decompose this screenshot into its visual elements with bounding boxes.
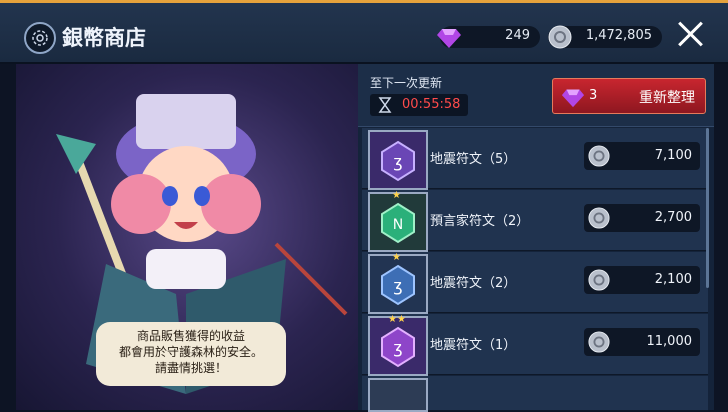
- shop-item-partial[interactable]: [362, 376, 708, 412]
- shop-item[interactable]: ʒ ★★ 地震符文（1） 11,000: [362, 314, 708, 376]
- shop-icon: [24, 22, 56, 54]
- coin-balance: 1,472,805: [548, 25, 662, 49]
- item-price-value: 11,000: [646, 334, 693, 349]
- refresh-button-label: 重新整理: [639, 90, 695, 106]
- gem-icon: [561, 89, 585, 108]
- earthquake-rune-icon: ʒ: [368, 254, 428, 314]
- refresh-cost: 3: [589, 88, 598, 103]
- prophet-rune-icon: N: [368, 192, 428, 252]
- shop-panel: 至下一次更新 00:55:58 3 重新整理 ʒ 地震符文（5） 7,100 N…: [358, 64, 714, 412]
- coin-icon: [548, 25, 572, 49]
- gem-count: 249: [505, 28, 530, 43]
- item-price[interactable]: 2,100: [584, 266, 700, 294]
- item-stars: ★: [392, 252, 401, 263]
- item-name: 預言家符文（2）: [430, 214, 530, 229]
- speech-bubble: 商品販售獲得的收益 都會用於守護森林的安全。 請盡情挑選！: [96, 322, 286, 386]
- top-accent-line: [0, 0, 728, 3]
- top-bar: 銀幣商店 249 1,472,805: [0, 0, 728, 64]
- svg-text:N: N: [393, 217, 403, 233]
- refresh-button[interactable]: 3 重新整理: [552, 78, 706, 114]
- shop-item[interactable]: ʒ ★ 地震符文（2） 2,100: [362, 252, 708, 314]
- refresh-timer-label: 至下一次更新: [370, 76, 443, 90]
- refresh-area: 至下一次更新 00:55:58 3 重新整理: [358, 64, 714, 127]
- refresh-timer: 00:55:58: [370, 94, 468, 116]
- item-price-value: 2,700: [654, 210, 692, 225]
- hourglass-icon: [378, 97, 392, 113]
- item-name: 地震符文（5）: [430, 152, 517, 167]
- speech-line-1: 商品販售獲得的收益: [136, 329, 245, 343]
- rune-icon: [368, 378, 428, 412]
- earthquake-rune-icon: ʒ: [368, 316, 428, 376]
- scrollbar[interactable]: [706, 128, 709, 288]
- item-price-value: 2,100: [654, 272, 692, 287]
- coin-icon: [588, 145, 610, 167]
- close-icon[interactable]: [676, 20, 704, 48]
- coin-icon: [588, 331, 610, 353]
- item-stars: ★: [392, 190, 401, 201]
- svg-text:ʒ: ʒ: [393, 276, 402, 295]
- coin-count: 1,472,805: [585, 28, 652, 43]
- refresh-countdown: 00:55:58: [402, 97, 461, 112]
- item-price[interactable]: 2,700: [584, 204, 700, 232]
- item-stars: ★★: [388, 314, 406, 325]
- speech-line-3: 請盡情挑選！: [154, 361, 227, 375]
- svg-text:ʒ: ʒ: [393, 338, 402, 357]
- item-price-value: 7,100: [654, 148, 692, 163]
- shop-item[interactable]: ʒ 地震符文（5） 7,100: [362, 128, 708, 190]
- shop-item[interactable]: N ★ 預言家符文（2） 2,700: [362, 190, 708, 252]
- item-name: 地震符文（1）: [430, 338, 517, 353]
- coin-icon: [588, 207, 610, 229]
- item-price[interactable]: 7,100: [584, 142, 700, 170]
- gem-icon: [437, 29, 461, 48]
- speech-line-2: 都會用於守護森林的安全。: [118, 345, 263, 359]
- earthquake-rune-icon: ʒ: [368, 130, 428, 190]
- item-price[interactable]: 11,000: [584, 328, 700, 356]
- page-title: 銀幣商店: [62, 26, 146, 50]
- item-name: 地震符文（2）: [430, 276, 517, 291]
- coin-icon: [588, 269, 610, 291]
- gem-balance: 249: [437, 26, 540, 48]
- svg-text:ʒ: ʒ: [393, 152, 402, 171]
